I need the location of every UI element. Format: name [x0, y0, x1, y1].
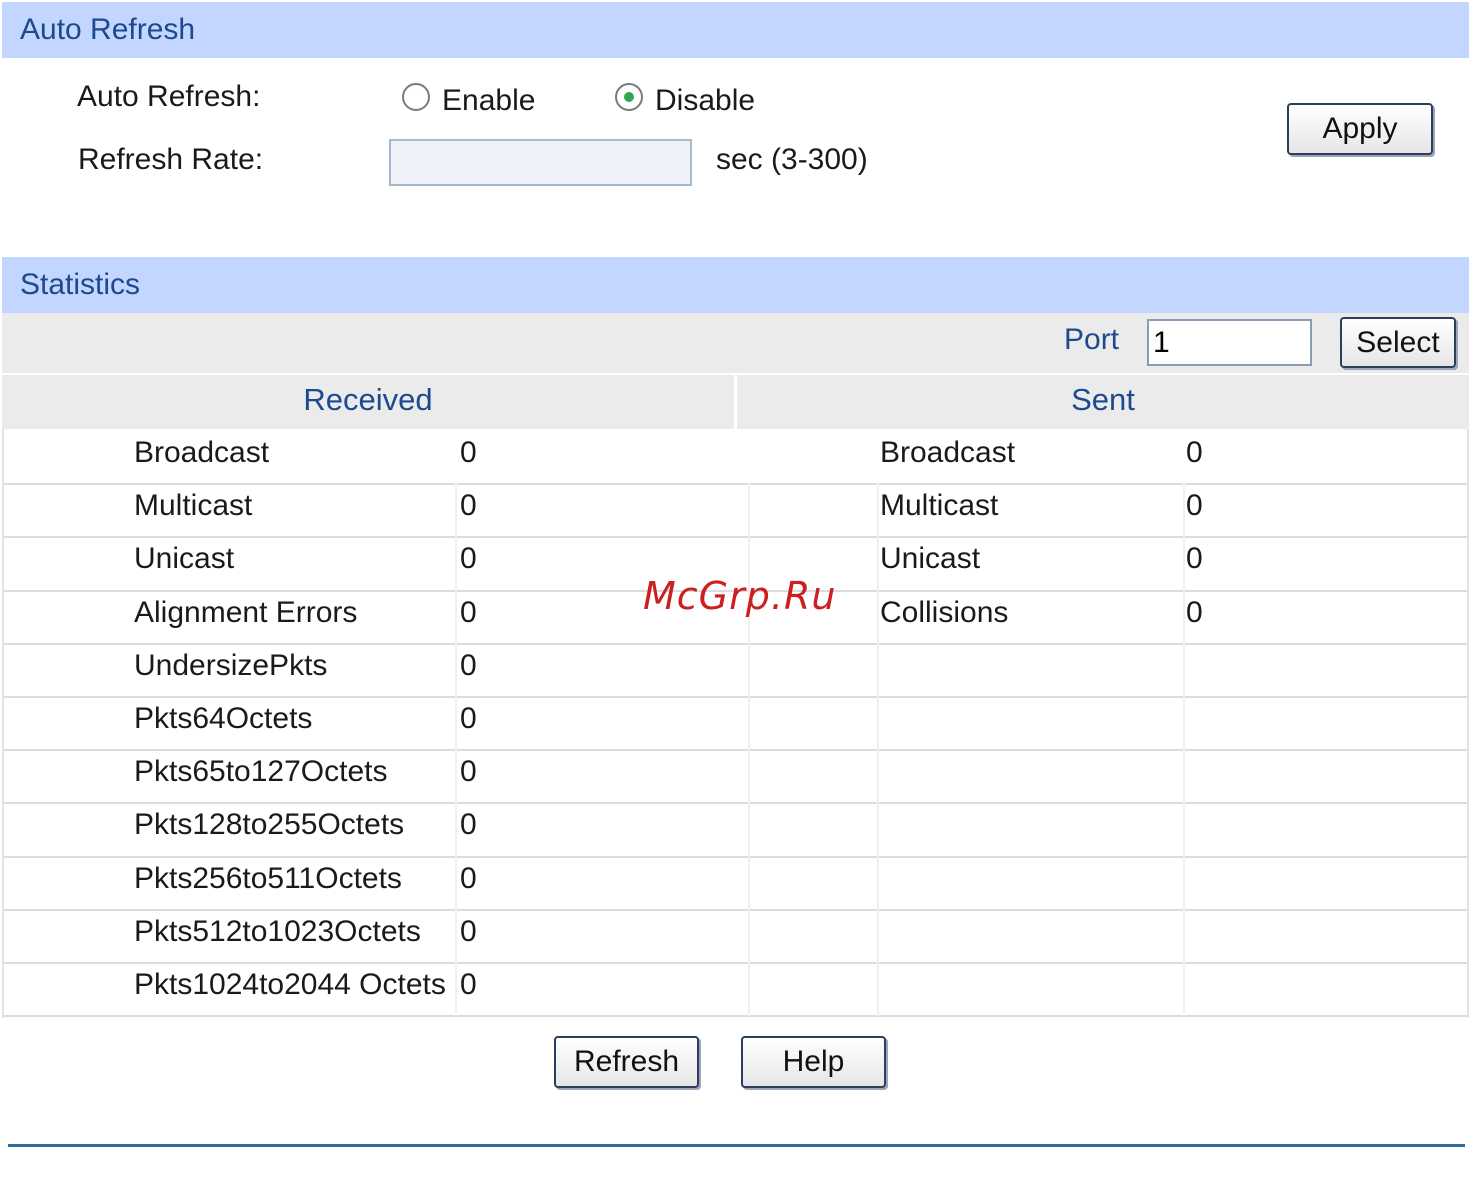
sent-name-divider — [877, 482, 879, 1016]
sent-column-header: Sent — [737, 375, 1469, 429]
sent-stat-value: 0 — [1186, 489, 1203, 522]
row-separator — [4, 802, 1467, 804]
received-stat-value: 0 — [460, 968, 477, 1001]
received-stat-value: 0 — [460, 649, 477, 682]
enable-label[interactable]: Enable — [442, 84, 535, 118]
help-button[interactable]: Help — [741, 1036, 886, 1088]
received-stat-value: 0 — [460, 862, 477, 895]
row-separator — [4, 1015, 1467, 1017]
received-stat-name: Pkts128to255Octets — [134, 808, 405, 841]
received-stat-name: Broadcast — [134, 436, 270, 469]
received-stat-name: Pkts512to1023Octets — [134, 915, 421, 948]
received-stat-value: 0 — [460, 436, 477, 469]
received-stat-value: 0 — [460, 755, 477, 788]
received-stat-name: Pkts1024to2044 Octets — [134, 968, 446, 1001]
row-separator — [4, 483, 1467, 485]
received-stat-value: 0 — [460, 542, 477, 575]
received-stat-name: Pkts64Octets — [134, 702, 313, 735]
refresh-rate-unit: sec (3-300) — [716, 143, 868, 176]
disable-label[interactable]: Disable — [655, 84, 755, 118]
sent-stat-value: 0 — [1186, 436, 1203, 469]
table-left-border — [2, 429, 4, 1018]
received-value-divider — [455, 482, 457, 1016]
table-right-border — [1467, 429, 1469, 1018]
watermark-text: McGrp.Ru — [643, 574, 837, 618]
received-stat-name: Pkts65to127Octets — [134, 755, 388, 788]
row-separator — [4, 962, 1467, 964]
row-separator — [4, 696, 1467, 698]
refresh-rate-label: Refresh Rate: — [78, 143, 264, 176]
auto-refresh-header: Auto Refresh — [2, 2, 1469, 58]
received-stat-name: UndersizePkts — [134, 649, 328, 682]
center-divider — [748, 482, 750, 1016]
sent-stat-name: Unicast — [880, 542, 981, 575]
row-separator — [4, 536, 1467, 538]
received-stat-value: 0 — [460, 596, 477, 629]
port-input[interactable] — [1147, 319, 1312, 366]
select-button[interactable]: Select — [1340, 317, 1456, 368]
bottom-divider — [8, 1144, 1465, 1147]
received-column-header: Received — [2, 375, 734, 429]
row-separator — [4, 749, 1467, 751]
sent-stat-value: 0 — [1186, 542, 1203, 575]
radio-selected-dot — [624, 92, 634, 102]
enable-radio[interactable] — [402, 83, 430, 111]
sent-stat-name: Collisions — [880, 596, 1009, 629]
row-separator — [4, 856, 1467, 858]
disable-radio[interactable] — [615, 83, 643, 111]
statistics-header: Statistics — [2, 257, 1469, 313]
row-separator — [4, 909, 1467, 911]
apply-button[interactable]: Apply — [1287, 103, 1433, 155]
refresh-button[interactable]: Refresh — [554, 1036, 699, 1088]
row-separator — [4, 643, 1467, 645]
auto-refresh-label: Auto Refresh: — [77, 80, 261, 113]
sent-stat-value: 0 — [1186, 596, 1203, 629]
sent-stat-name: Broadcast — [880, 436, 1016, 469]
received-stat-name: Unicast — [134, 542, 235, 575]
received-stat-value: 0 — [460, 808, 477, 841]
port-label: Port — [1064, 323, 1120, 356]
received-stat-value: 0 — [460, 702, 477, 735]
refresh-rate-input[interactable] — [389, 139, 692, 186]
received-stat-value: 0 — [460, 915, 477, 948]
received-stat-value: 0 — [460, 489, 477, 522]
received-stat-name: Pkts256to511Octets — [134, 862, 402, 895]
received-stat-name: Alignment Errors — [134, 596, 358, 629]
sent-value-divider — [1183, 482, 1185, 1016]
received-stat-name: Multicast — [134, 489, 253, 522]
sent-stat-name: Multicast — [880, 489, 999, 522]
